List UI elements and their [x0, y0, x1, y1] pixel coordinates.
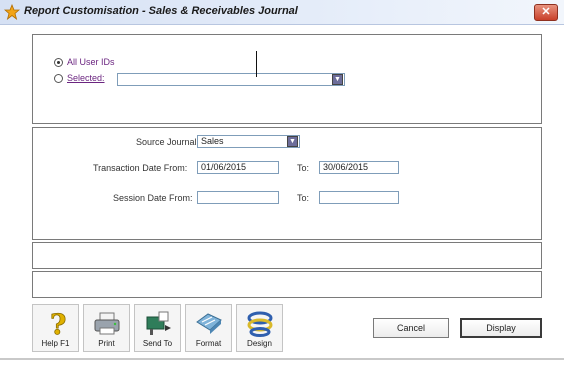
send-to-icon [146, 311, 171, 335]
send-to-button[interactable]: Send To [134, 304, 181, 352]
print-button[interactable]: Print [83, 304, 130, 352]
design-label: Design [247, 339, 272, 348]
format-icon [196, 313, 222, 334]
source-journal-label: Source Journal: [136, 137, 200, 147]
all-user-ids-label[interactable]: All User IDs [67, 57, 115, 67]
title-bar[interactable]: Report Customisation - Sales & Receivabl… [0, 0, 564, 25]
format-label: Format [195, 339, 222, 348]
window-title: Report Customisation - Sales & Receivabl… [24, 5, 298, 17]
all-user-ids-radio[interactable] [54, 58, 63, 67]
close-button[interactable]: ✕ [534, 4, 558, 21]
cancel-button[interactable]: Cancel [373, 318, 449, 338]
design-icon [247, 311, 273, 337]
send-to-label: Send To [142, 339, 173, 348]
source-journal-select[interactable]: Sales [197, 135, 300, 148]
selected-users-dropdown-button[interactable]: ▼ [332, 74, 343, 85]
selected-users-radio[interactable] [54, 74, 63, 83]
app-icon [4, 4, 20, 20]
svg-text:?: ? [50, 308, 66, 338]
transaction-date-from-label: Transaction Date From: [93, 163, 188, 173]
empty-panel-2 [32, 271, 542, 298]
print-label: Print [98, 339, 115, 348]
transaction-date-to-field[interactable]: 30/06/2015 [319, 161, 399, 174]
session-date-to-field[interactable] [319, 191, 399, 204]
source-journal-dropdown-button[interactable]: ▼ [287, 136, 298, 147]
help-button[interactable]: ? Help F1 [32, 304, 79, 352]
selected-users-field[interactable] [117, 73, 345, 86]
printer-icon [94, 312, 120, 335]
window-bottom-edge [0, 358, 564, 360]
session-date-to-label: To: [297, 193, 310, 203]
session-date-from-field[interactable] [197, 191, 279, 204]
report-toolbar: ? Help F1 Print Send To Format Design [32, 304, 288, 352]
text-cursor [256, 51, 257, 77]
report-customisation-window: Report Customisation - Sales & Receivabl… [0, 0, 564, 366]
design-button[interactable]: Design [236, 304, 283, 352]
help-icon: ? [50, 308, 67, 338]
transaction-date-from-field[interactable]: 01/06/2015 [197, 161, 279, 174]
session-date-from-label: Session Date From: [113, 193, 193, 203]
help-label: Help F1 [41, 339, 70, 348]
display-button[interactable]: Display [460, 318, 542, 338]
selected-users-label[interactable]: Selected: [67, 73, 105, 83]
empty-panel-1 [32, 242, 542, 269]
transaction-date-to-label: To: [297, 163, 310, 173]
format-button[interactable]: Format [185, 304, 232, 352]
